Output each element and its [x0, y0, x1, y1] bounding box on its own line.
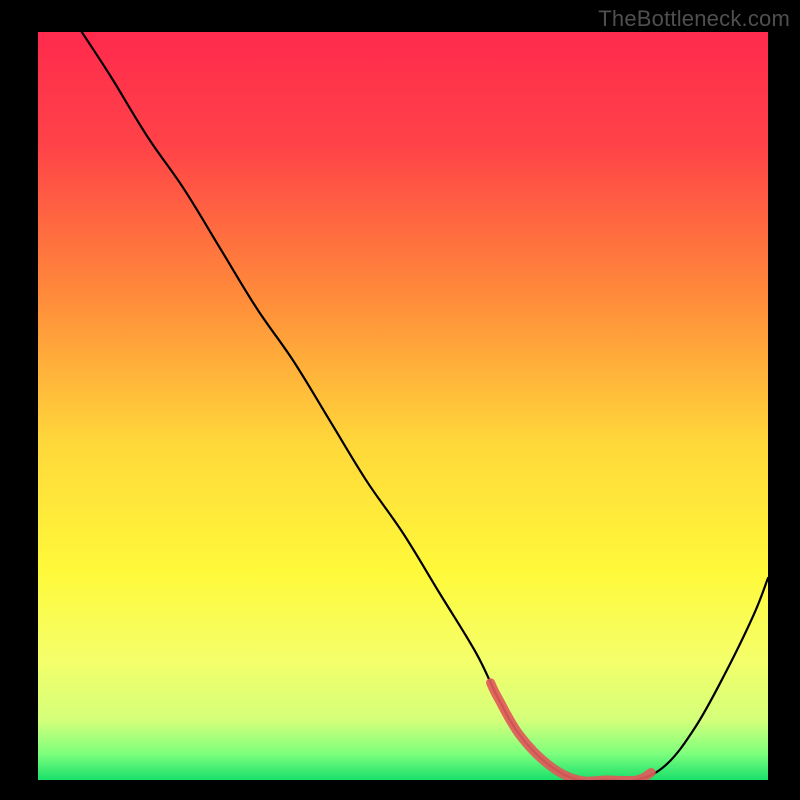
- gradient-background: [38, 32, 768, 780]
- bottleneck-chart: [0, 0, 800, 800]
- chart-frame: TheBottleneck.com: [0, 0, 800, 800]
